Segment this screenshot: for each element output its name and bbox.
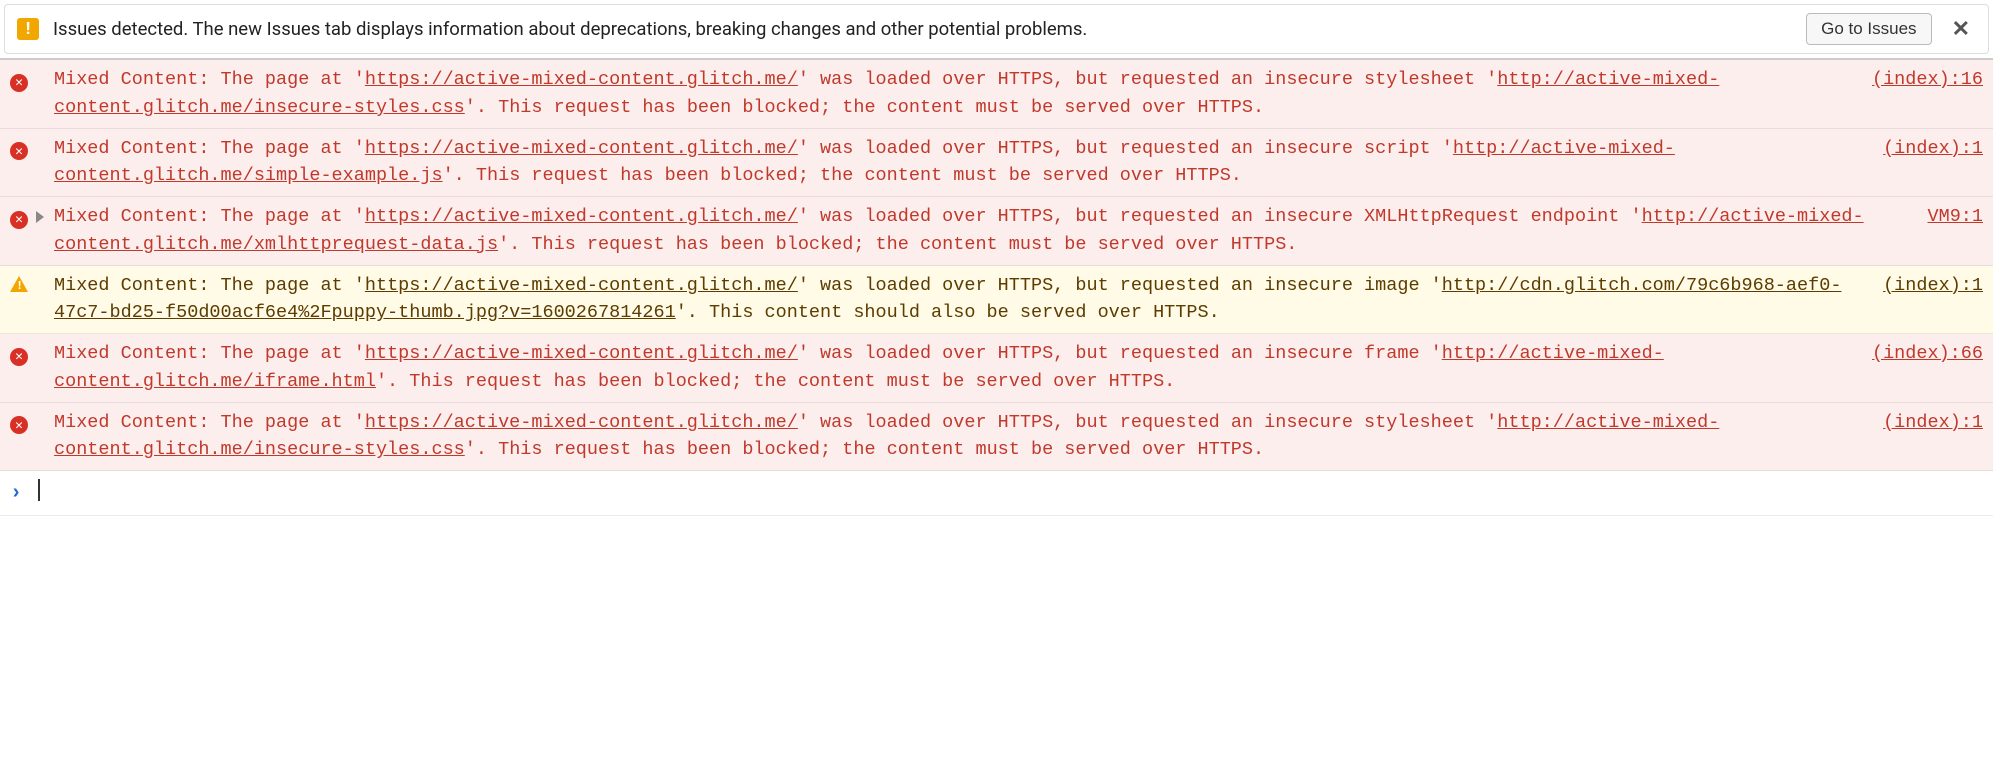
source-link[interactable]: (index):1 xyxy=(1863,135,1983,163)
issues-alert-icon: ! xyxy=(17,18,39,40)
source-link[interactable]: (index):1 xyxy=(1863,272,1983,300)
source-link[interactable]: (index):66 xyxy=(1852,340,1983,368)
console-error-row: ✕ Mixed Content: The page at 'https://act… xyxy=(0,403,1993,472)
issues-notification-bar: ! Issues detected. The new Issues tab di… xyxy=(4,4,1989,54)
console-input[interactable] xyxy=(36,477,1983,505)
error-icon: ✕ xyxy=(10,74,28,92)
console-message-text: Mixed Content: The page at 'https://acti… xyxy=(54,135,1863,191)
console-error-row: ✕ Mixed Content: The page at 'https://act… xyxy=(0,334,1993,403)
url-link[interactable]: https://active-mixed-content.glitch.me/ xyxy=(365,275,798,296)
url-link[interactable]: https://active-mixed-content.glitch.me/ xyxy=(365,69,798,90)
error-icon: ✕ xyxy=(10,416,28,434)
source-link[interactable]: VM9:1 xyxy=(1907,203,1983,231)
text-cursor xyxy=(38,479,40,501)
source-link[interactable]: (index):16 xyxy=(1852,66,1983,94)
error-icon: ✕ xyxy=(10,211,28,229)
console-error-row: ✕ Mixed Content: The page at 'https://act… xyxy=(0,129,1993,198)
error-icon: ✕ xyxy=(10,142,28,160)
url-link[interactable]: https://active-mixed-content.glitch.me/ xyxy=(365,206,798,227)
console-message-text: Mixed Content: The page at 'https://acti… xyxy=(54,66,1852,122)
url-link[interactable]: https://active-mixed-content.glitch.me/ xyxy=(365,138,798,159)
source-link[interactable]: (index):1 xyxy=(1863,409,1983,437)
issues-message: Issues detected. The new Issues tab disp… xyxy=(53,18,1792,40)
console-message-text: Mixed Content: The page at 'https://acti… xyxy=(54,272,1863,328)
console-error-row: ✕ Mixed Content: The page at 'https://act… xyxy=(0,197,1993,266)
console-message-text: Mixed Content: The page at 'https://acti… xyxy=(54,340,1852,396)
console-error-row: ✕ Mixed Content: The page at 'https://act… xyxy=(0,60,1993,129)
url-link[interactable]: https://active-mixed-content.glitch.me/ xyxy=(365,412,798,433)
expand-caret-icon[interactable] xyxy=(36,211,44,223)
error-icon: ✕ xyxy=(10,348,28,366)
console-warn-row: Mixed Content: The page at 'https://acti… xyxy=(0,266,1993,335)
console-log-panel: ✕ Mixed Content: The page at 'https://act… xyxy=(0,58,1993,516)
console-message-text: Mixed Content: The page at 'https://acti… xyxy=(54,203,1907,259)
console-input-row[interactable]: › xyxy=(0,471,1993,516)
warning-icon xyxy=(10,276,28,292)
prompt-chevron-icon: › xyxy=(10,477,36,509)
close-icon[interactable]: ✕ xyxy=(1946,17,1976,42)
url-link[interactable]: https://active-mixed-content.glitch.me/ xyxy=(365,343,798,364)
go-to-issues-button[interactable]: Go to Issues xyxy=(1806,13,1931,45)
console-message-text: Mixed Content: The page at 'https://acti… xyxy=(54,409,1863,465)
